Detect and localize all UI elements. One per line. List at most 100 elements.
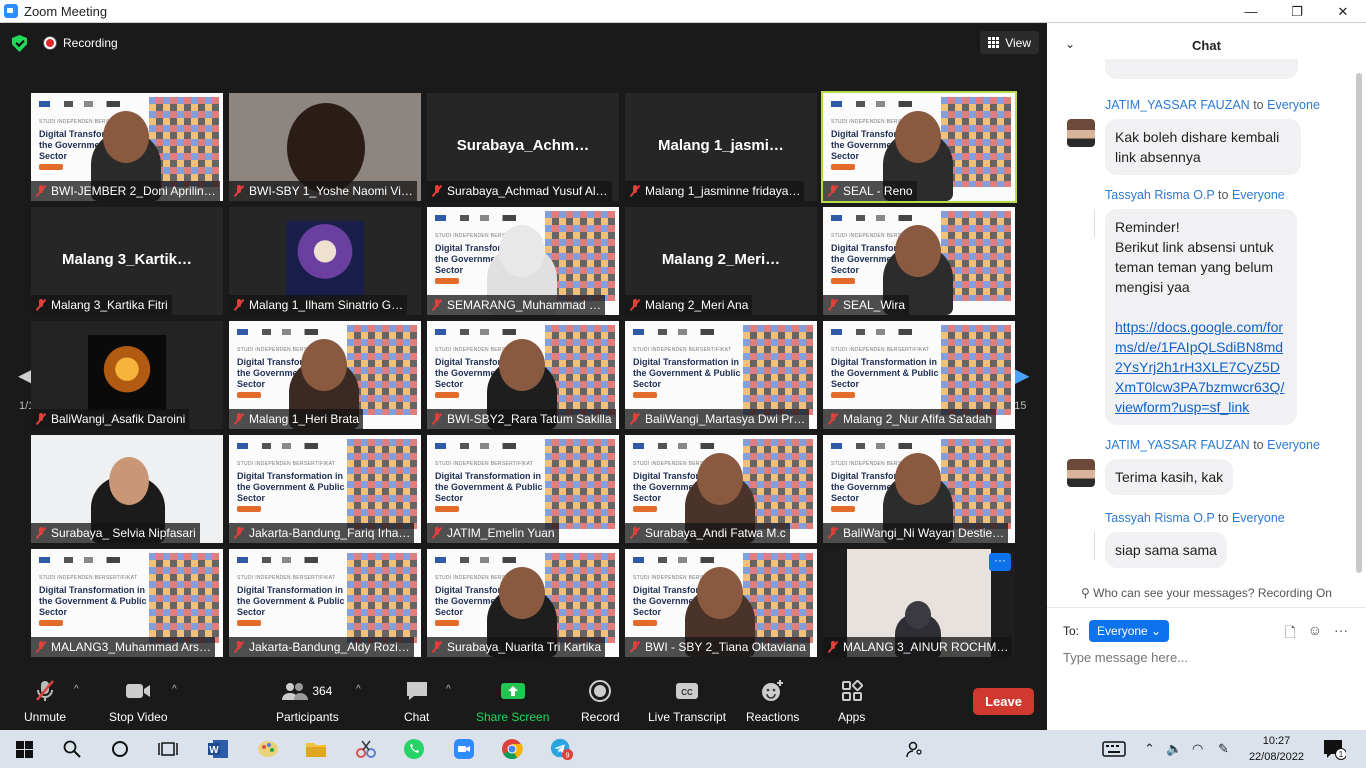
participant-tile[interactable]: STUDI INDEPENDEN BERSERTIFIKAT Digital Tr… <box>823 435 1015 543</box>
close-button[interactable]: ✕ <box>1320 0 1366 23</box>
participant-tile[interactable]: STUDI INDEPENDEN BERSERTIFIKAT Digital Tr… <box>31 93 223 201</box>
chat-divider <box>1047 607 1366 608</box>
participant-tile[interactable]: STUDI INDEPENDEN BERSERTIFIKAT Digital Tr… <box>625 435 817 543</box>
system-clock[interactable]: 10:27 22/08/2022 <box>1249 733 1304 765</box>
reactions-label: Reactions <box>746 710 800 724</box>
paint-icon[interactable] <box>256 738 280 760</box>
chrome-icon[interactable] <box>500 738 524 760</box>
participant-tile[interactable]: STUDI INDEPENDEN BERSERTIFIKAT Digital Tr… <box>427 549 619 657</box>
participant-head <box>895 111 941 163</box>
slide-batch-badge <box>831 392 855 398</box>
participant-tile[interactable]: STUDI INDEPENDEN BERSERTIFIKAT Digital Tr… <box>229 549 421 657</box>
participant-tile[interactable]: STUDI INDEPENDEN BERSERTIFIKAT Digital Tr… <box>427 321 619 429</box>
snipping-tool-icon[interactable] <box>354 738 378 760</box>
participant-tile[interactable]: BaliWangi_Asafik Daroini <box>31 321 223 429</box>
participants-options-caret-icon[interactable]: ^ <box>356 684 361 695</box>
file-icon[interactable]: 🗋 <box>1284 622 1295 646</box>
wifi-icon[interactable]: ◠ <box>1192 741 1203 757</box>
participant-head <box>895 225 941 277</box>
chevron-up-icon[interactable]: ⌃ <box>1144 741 1155 757</box>
cortana-icon[interactable] <box>108 738 132 760</box>
participant-tile[interactable]: Surabaya_Achm… Surabaya_Achmad Yusuf Al… <box>427 93 619 201</box>
people-icon[interactable] <box>903 738 927 760</box>
chat-button[interactable]: Chat <box>404 678 429 724</box>
search-icon[interactable] <box>60 738 84 760</box>
slide-batch-badge <box>633 620 657 626</box>
participant-tile[interactable]: Malang 2_Meri… Malang 2_Meri Ana <box>625 207 817 315</box>
stop-video-button[interactable]: Stop Video <box>109 678 168 724</box>
word-icon[interactable]: W <box>206 738 230 760</box>
participant-tile[interactable]: BWI-SBY 1_Yoshe Naomi Vi… <box>229 93 421 201</box>
security-shield-icon[interactable] <box>12 35 27 52</box>
slide-logos <box>39 557 129 563</box>
chat-options-caret-icon[interactable]: ^ <box>446 684 451 695</box>
leave-button[interactable]: Leave <box>973 688 1034 715</box>
participant-tile[interactable]: STUDI INDEPENDEN BERSERTIFIKAT Digital Tr… <box>229 321 421 429</box>
mic-muted-icon <box>234 527 244 539</box>
participant-tile[interactable]: Malang 1_jasmi… Malang 1_jasminne fridaya… <box>625 93 817 201</box>
participant-tile[interactable]: STUDI INDEPENDEN BERSERTIFIKAT Digital Tr… <box>625 549 817 657</box>
view-button[interactable]: View <box>980 31 1039 54</box>
slide-batch-badge <box>831 164 855 170</box>
slide-logos <box>831 329 921 335</box>
chat-message-input[interactable] <box>1063 650 1353 665</box>
participant-tile[interactable]: STUDI INDEPENDEN BERSERTIFIKAT Digital Tr… <box>427 207 619 315</box>
windows-start-icon[interactable] <box>12 738 36 760</box>
mic-muted-icon <box>828 641 838 653</box>
apps-button[interactable]: Apps <box>838 678 865 724</box>
slide-logos <box>237 329 327 335</box>
restore-button[interactable]: ❐ <box>1274 0 1320 23</box>
unmute-button[interactable]: Unmute <box>24 678 66 724</box>
more-options-button[interactable]: ··· <box>989 553 1011 571</box>
participant-name: Surabaya_ Selvia Nipfasari <box>51 526 196 540</box>
participant-name-label: SEMARANG_Muhammad … <box>427 295 606 315</box>
participant-tile[interactable]: Malang 3_Kartik… Malang 3_Kartika Fitri <box>31 207 223 315</box>
whatsapp-icon[interactable] <box>402 738 426 760</box>
mic-muted-icon <box>630 527 640 539</box>
mic-muted-icon <box>630 641 640 653</box>
recipient-name: Everyone <box>1231 511 1285 525</box>
participant-tile[interactable]: STUDI INDEPENDEN BERSERTIFIKAT Digital Tr… <box>821 91 1017 203</box>
audio-options-caret-icon[interactable]: ^ <box>74 684 79 695</box>
participant-tile[interactable]: Malang 1_Ilham Sinatrio G… <box>229 207 421 315</box>
participant-tile[interactable]: STUDI INDEPENDEN BERSERTIFIKAT Digital Tr… <box>823 207 1015 315</box>
share-screen-button[interactable]: Share Screen <box>476 678 549 724</box>
scrollbar-thumb[interactable] <box>1356 73 1362 573</box>
participant-tile[interactable]: Surabaya_ Selvia Nipfasari <box>31 435 223 543</box>
chevron-down-icon[interactable]: ⌄ <box>1065 37 1075 51</box>
participant-tile[interactable]: STUDI INDEPENDEN BERSERTIFIKAT Digital Tr… <box>427 435 619 543</box>
file-explorer-icon[interactable] <box>304 738 328 760</box>
keyboard-icon[interactable] <box>1102 738 1126 760</box>
absensi-link[interactable]: https://docs.google.com/forms/d/e/1FAIpQ… <box>1115 319 1284 415</box>
zoom-icon[interactable] <box>452 738 476 760</box>
participant-name: BaliWangi_Martasya Dwi Pr… <box>645 412 806 426</box>
telegram-icon[interactable]: 9 <box>550 738 574 761</box>
participant-name-label: BaliWangi_Martasya Dwi Pr… <box>625 409 810 429</box>
view-label: View <box>1005 35 1031 50</box>
participant-tile[interactable]: STUDI INDEPENDEN BERSERTIFIKAT Digital Tr… <box>625 321 817 429</box>
emoji-icon[interactable]: ☺ <box>1308 622 1322 646</box>
clock-date: 22/08/2022 <box>1248 751 1304 763</box>
chat-scrollbar[interactable] <box>1356 67 1362 587</box>
pen-icon[interactable]: ✎ <box>1218 741 1229 757</box>
live-transcript-button[interactable]: CC Live Transcript <box>648 678 726 724</box>
more-options-icon[interactable]: ··· <box>1334 622 1348 646</box>
volume-icon[interactable]: 🔈 <box>1166 741 1182 757</box>
participant-tile[interactable]: STUDI INDEPENDEN BERSERTIFIKAT Digital Tr… <box>229 435 421 543</box>
record-button[interactable]: Record <box>581 678 620 724</box>
video-options-caret-icon[interactable]: ^ <box>172 684 177 695</box>
participant-tile[interactable]: ··· MALANG 3_AINUR ROCHM… <box>823 549 1015 657</box>
message-visibility-note[interactable]: ⚲ Who can see your messages? Recording O… <box>1047 586 1366 600</box>
notifications-icon[interactable]: 1 <box>1322 738 1346 760</box>
recipient-dropdown[interactable]: Everyone ⌄ <box>1089 620 1170 642</box>
task-view-icon[interactable] <box>156 738 180 760</box>
reactions-button[interactable]: Reactions <box>746 678 799 724</box>
participant-tile[interactable]: STUDI INDEPENDEN BERSERTIFIKAT Digital Tr… <box>31 549 223 657</box>
participant-name-label: Malang 3_Kartika Fitri <box>31 295 172 315</box>
profile-picture <box>88 335 166 411</box>
window-titlebar: Zoom Meeting — ❐ ✕ <box>0 0 1366 23</box>
participant-tile[interactable]: STUDI INDEPENDEN BERSERTIFIKAT Digital Tr… <box>823 321 1015 429</box>
minimize-button[interactable]: — <box>1228 0 1274 23</box>
recording-indicator[interactable]: Recording <box>44 36 118 50</box>
participants-button[interactable]: 364 Participants <box>276 678 339 724</box>
